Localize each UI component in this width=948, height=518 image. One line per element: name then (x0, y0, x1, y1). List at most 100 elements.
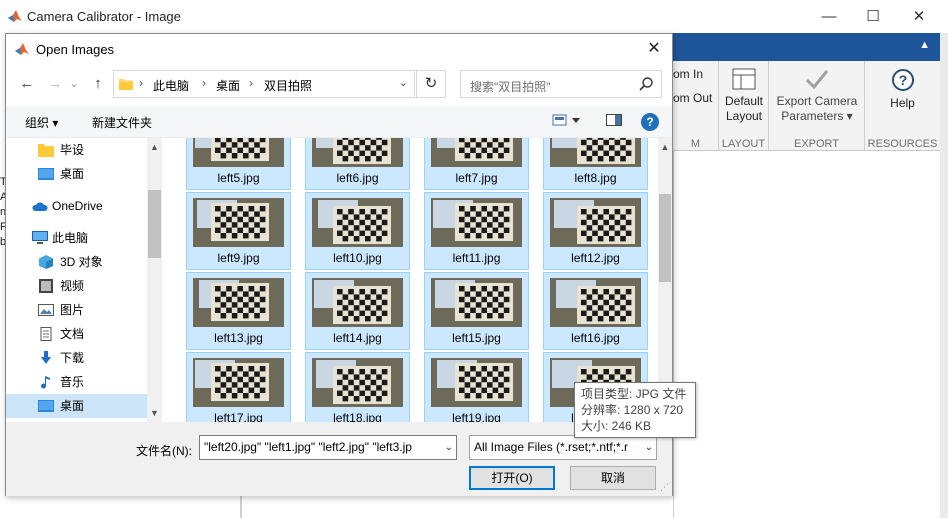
file-tile[interactable]: left10.jpg (305, 192, 410, 270)
help-icon[interactable]: ? (641, 113, 659, 131)
export-camera-parameters-button[interactable]: Export Camera Parameters ▾ (769, 68, 865, 124)
file-tile[interactable]: left8.jpg (543, 138, 648, 190)
up-button[interactable]: ↑ (87, 72, 109, 96)
breadcrumb-current-folder[interactable]: 双目拍照 (264, 77, 312, 94)
download-icon (41, 351, 51, 364)
nav-item-pictures[interactable]: 图片 (6, 298, 147, 322)
nav-item-music[interactable]: 音乐 (6, 370, 147, 394)
nav-item-bishe[interactable]: 毕设 (6, 138, 147, 162)
file-info-tooltip: 项目类型: JPG 文件 分辨率: 1280 x 720 大小: 246 KB (574, 382, 696, 438)
navigation-bar: ← → ⌄ ↑ › 此电脑 › 桌面 › 双目拍照 ⌄ ↻ 搜索"双目拍照" (6, 68, 672, 100)
default-layout-button[interactable]: Default Layout (719, 68, 769, 124)
open-button[interactable]: 打开(O) (469, 466, 555, 490)
file-tile[interactable]: left16.jpg (543, 272, 648, 350)
nav-item-desktop[interactable]: 桌面 (6, 394, 147, 418)
checkerboard-thumbnail (431, 138, 522, 167)
nav-item-onedrive[interactable]: OneDrive (6, 194, 147, 218)
ribbon-section-resources: ? Help RESOURCES (865, 61, 940, 151)
open-images-dialog: Open Images ✕ ← → ⌄ ↑ › 此电脑 › 桌面 › 双目拍照 … (5, 33, 673, 496)
file-tile[interactable]: left5.jpg (186, 138, 291, 190)
ribbon-section-zoom: om In om Out M (673, 61, 719, 151)
file-tile[interactable]: left18.jpg (305, 352, 410, 422)
scroll-up-icon[interactable]: ▲ (147, 140, 162, 154)
file-tile[interactable]: left12.jpg (543, 192, 648, 270)
change-view-button[interactable] (552, 112, 582, 131)
zoom-in-button[interactable]: om In (673, 67, 703, 82)
file-tile[interactable]: left9.jpg (186, 192, 291, 270)
filename-input[interactable]: "left20.jpg" "left1.jpg" "left2.jpg" "le… (199, 435, 457, 460)
navigation-pane: 毕设 桌面 OneDrive 此电脑 3D 对象 视频 图片 文档 下载 音乐 … (6, 138, 162, 422)
nav-item-documents[interactable]: 文档 (6, 322, 147, 346)
export-section-label: EXPORT (793, 138, 840, 150)
dialog-titlebar[interactable]: Open Images ✕ (6, 34, 672, 64)
nav-item-3d-objects[interactable]: 3D 对象 (6, 250, 147, 274)
nav-item-label: 图片 (60, 303, 85, 317)
checkerboard-thumbnail (550, 198, 641, 247)
video-icon (39, 279, 53, 293)
organize-menu[interactable]: 组织 ▾ (25, 114, 58, 131)
checkerboard-thumbnail (431, 198, 522, 247)
preview-pane-button[interactable] (606, 112, 622, 131)
file-tile[interactable]: left13.jpg (186, 272, 291, 350)
file-name: left13.jpg (214, 331, 263, 345)
dialog-footer: 文件名(N): "left20.jpg" "left1.jpg" "left2.… (6, 422, 672, 496)
zoom-out-button[interactable]: om Out (673, 91, 712, 106)
address-bar[interactable]: › 此电脑 › 桌面 › 双目拍照 ⌄ (113, 70, 415, 98)
nav-item-this-pc[interactable]: 此电脑 (6, 226, 147, 250)
checkerboard-thumbnail (312, 138, 403, 167)
file-tile[interactable]: left11.jpg (424, 192, 529, 270)
file-thumbnail (193, 278, 284, 327)
address-dropdown-icon[interactable]: ⌄ (399, 76, 408, 89)
collapse-ribbon-icon[interactable]: ▲ (919, 39, 930, 51)
forward-button[interactable]: → (44, 72, 66, 96)
breadcrumb-desktop[interactable]: 桌面 (216, 77, 240, 94)
file-tile[interactable]: left6.jpg (305, 138, 410, 190)
file-tile[interactable]: left14.jpg (305, 272, 410, 350)
nav-item-videos[interactable]: 视频 (6, 274, 147, 298)
ribbon-tab-strip: ▲ (673, 33, 948, 61)
file-tile[interactable]: left17.jpg (186, 352, 291, 422)
file-thumbnail (431, 278, 522, 327)
nav-item-downloads[interactable]: 下载 (6, 346, 147, 370)
dialog-title: Open Images (36, 42, 115, 57)
chevron-down-icon[interactable]: ⌄ (445, 436, 453, 459)
filename-label: 文件名(N): (136, 444, 192, 458)
desktop-icon (38, 168, 54, 180)
help-icon: ? (891, 69, 914, 91)
file-tile[interactable]: left19.jpg (424, 352, 529, 422)
breadcrumb-separator-icon: › (139, 76, 143, 90)
file-scroll-thumb[interactable] (659, 194, 671, 282)
search-input[interactable]: 搜索"双目拍照" (460, 70, 662, 98)
file-name: left14.jpg (333, 331, 382, 345)
chevron-down-icon[interactable]: ⌄ (644, 436, 653, 459)
cancel-button[interactable]: 取消 (570, 466, 656, 490)
nav-item-label: 视频 (60, 279, 85, 293)
app-close-button[interactable]: ✕ (896, 0, 942, 33)
nav-item-desktop-quick[interactable]: 桌面 (6, 162, 147, 186)
file-tile[interactable]: left15.jpg (424, 272, 529, 350)
resize-grip-icon[interactable]: ⋰ (660, 482, 669, 493)
checkerboard-thumbnail (193, 198, 284, 247)
nav-item-label: 3D 对象 (60, 255, 103, 269)
file-thumbnail (312, 198, 403, 247)
minimize-button[interactable]: — (806, 0, 852, 33)
scroll-down-icon[interactable]: ▼ (147, 406, 162, 420)
scroll-up-icon[interactable]: ▲ (658, 140, 672, 154)
refresh-button[interactable]: ↻ (416, 70, 446, 98)
help-ribbon-button[interactable]: ? Help (865, 68, 940, 111)
app-scrollbar[interactable] (940, 33, 948, 518)
file-type-select[interactable]: All Image Files (*.rset;*.ntf;*.r ⌄ (469, 435, 657, 460)
breadcrumb-this-pc[interactable]: 此电脑 (153, 77, 189, 94)
checkerboard-thumbnail (312, 278, 403, 327)
new-folder-button[interactable]: 新建文件夹 (92, 114, 152, 131)
dialog-close-button[interactable]: ✕ (640, 36, 668, 62)
nav-scroll-thumb[interactable] (148, 190, 161, 258)
ribbon-section-layout: Default Layout LAYOUT (719, 61, 769, 151)
file-grid-scrollbar[interactable]: ▲ ▼ (658, 138, 672, 422)
file-thumbnail (193, 358, 284, 407)
nav-pane-scrollbar[interactable]: ▲ ▼ (147, 138, 162, 422)
back-button[interactable]: ← (16, 72, 38, 96)
file-tile[interactable]: left7.jpg (424, 138, 529, 190)
recent-locations-button[interactable]: ⌄ (68, 72, 80, 96)
maximize-button[interactable]: ☐ (850, 0, 896, 33)
